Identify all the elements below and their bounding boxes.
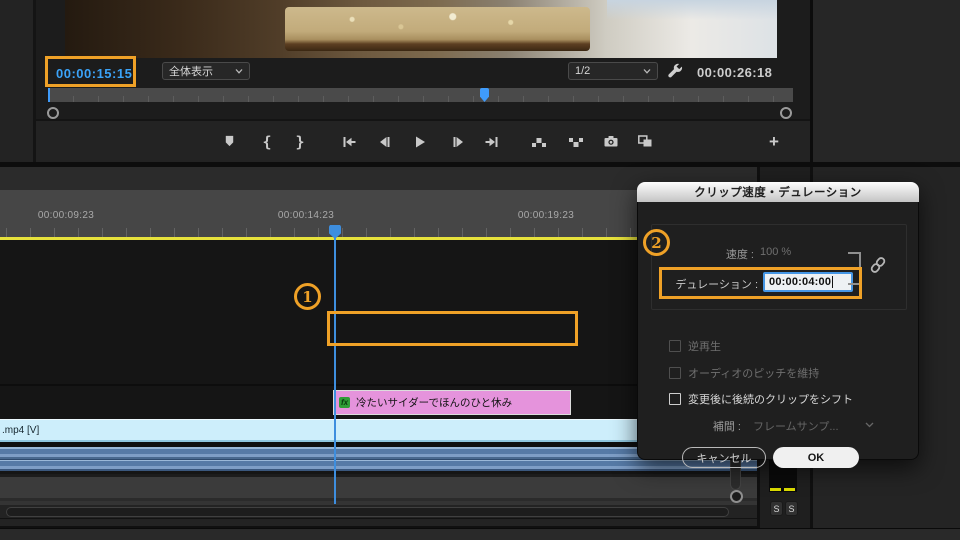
comparison-view-icon (638, 135, 652, 147)
ruler-label: 00:00:14:23 (277, 210, 335, 221)
highlight-box-duration (659, 267, 862, 299)
link-toggle[interactable] (869, 256, 887, 279)
checkbox-label: オーディオのピッチを維持 (688, 368, 820, 380)
video-background-highlight (607, 0, 777, 20)
scrubber-start-tick (48, 88, 50, 102)
plus-icon: + (769, 131, 779, 151)
add-marker-button[interactable] (216, 121, 242, 162)
monitor-scrubber-bar[interactable] (48, 88, 793, 102)
mark-in-icon: { (262, 132, 272, 151)
annotation-step-2: 2 (643, 229, 670, 256)
lift-icon (532, 137, 546, 147)
speed-value: 100 % (760, 246, 792, 258)
interpolation-dropdown[interactable]: フレームサンプ... (753, 418, 839, 434)
checkbox-maintain-audio-pitch[interactable]: オーディオのピッチを維持 (669, 365, 819, 381)
solo-button-left[interactable]: S (770, 501, 783, 516)
step-forward-icon (453, 136, 463, 147)
transport-controls: { } + (36, 121, 810, 162)
solo-button-right[interactable]: S (785, 501, 798, 516)
go-to-in-icon (343, 136, 356, 147)
clip-speed-duration-dialog: クリップ速度・デュレーション 速度 : 100 % デュレーション : 00:0… (637, 182, 919, 468)
lift-button[interactable] (526, 121, 552, 162)
title-clip-label: 冷たいサイダーでほんのひと休み (356, 397, 513, 409)
play-button[interactable] (407, 121, 433, 162)
checkbox-icon (669, 393, 681, 405)
chevron-down-icon (865, 422, 874, 428)
marker-icon (225, 135, 233, 147)
checkbox-icon (669, 367, 681, 379)
ok-button[interactable]: OK (773, 447, 859, 468)
scrubber-ticks (48, 96, 793, 102)
mark-out-button[interactable]: } (287, 121, 313, 162)
premiere-pro-window: 00:00:15:15 全体表示 1/2 00:00:26:18 { } + 0… (0, 0, 960, 540)
checkbox-label: 逆再生 (688, 341, 721, 353)
export-frame-button[interactable] (598, 121, 624, 162)
dialog-title-bar[interactable]: クリップ速度・デュレーション (637, 182, 919, 202)
camera-icon (604, 136, 618, 147)
program-monitor-video-frame (65, 0, 777, 58)
extract-icon (569, 137, 583, 147)
checkbox-label: 変更後に後続のクリップをシフト (688, 394, 853, 406)
step-back-icon (380, 136, 390, 147)
chevron-down-icon (235, 68, 243, 74)
sequence-duration-display: 00:00:26:18 (697, 65, 773, 80)
go-to-out-icon (485, 136, 498, 147)
step-back-button[interactable] (372, 121, 398, 162)
audio-track-background (0, 474, 757, 498)
highlight-box-timecode (45, 56, 136, 87)
video-cork-board (285, 7, 590, 51)
ruler-label: 00:00:19:23 (517, 210, 575, 221)
vertical-scroll-zoom-handle[interactable] (730, 490, 743, 503)
timeline-playhead-line (334, 238, 336, 504)
go-to-out-button[interactable] (479, 121, 505, 162)
chain-link-icon (870, 257, 886, 273)
checkbox-reverse-speed[interactable]: 逆再生 (669, 338, 721, 354)
zoom-level-value: 全体表示 (169, 66, 213, 78)
window-bottom-strip (0, 528, 960, 540)
zoom-level-dropdown[interactable]: 全体表示 (162, 62, 250, 80)
scrubber-zoom-handle-right[interactable] (780, 107, 792, 119)
fx-badge-icon: fx (339, 397, 350, 408)
play-icon (416, 136, 425, 147)
scrubber-zoom-handle-left[interactable] (47, 107, 59, 119)
dialog-body: 速度 : 100 % デュレーション : 00:00:04:00 逆再生 オーデ… (637, 202, 919, 468)
dialog-title: クリップ速度・デュレーション (694, 187, 862, 199)
button-editor-button[interactable]: + (761, 121, 787, 162)
step-forward-button[interactable] (445, 121, 471, 162)
program-monitor-panel: 00:00:15:15 全体表示 1/2 00:00:26:18 { } + (36, 0, 810, 162)
checkbox-ripple-edit-shift[interactable]: 変更後に後続のクリップをシフト (669, 391, 853, 407)
mark-in-button[interactable]: { (254, 121, 280, 162)
video-clip-label: .mp4 [V] (2, 424, 40, 436)
horizontal-scrollbar-thumb[interactable] (6, 507, 729, 517)
audio-meter-level-right (784, 488, 795, 491)
interpolation-label: 補間 : (712, 421, 741, 433)
mark-out-icon: } (295, 132, 305, 151)
link-bracket (848, 252, 859, 254)
extract-button[interactable] (563, 121, 589, 162)
chevron-down-icon (643, 68, 651, 74)
cancel-button[interactable]: キャンセル (682, 447, 766, 468)
right-panel-top (813, 0, 960, 162)
left-panel-edge (0, 0, 33, 162)
ruler-label: 00:00:09:23 (37, 210, 95, 221)
go-to-in-button[interactable] (336, 121, 362, 162)
settings-wrench-icon[interactable] (667, 63, 684, 85)
highlight-box-title-clip (327, 311, 578, 346)
timeline-bottom-row (0, 518, 757, 526)
comparison-view-button[interactable] (632, 121, 658, 162)
playback-resolution-dropdown[interactable]: 1/2 (568, 62, 658, 80)
audio-meter-level-left (770, 488, 781, 491)
checkbox-icon (669, 340, 681, 352)
annotation-step-1: 1 (294, 283, 321, 310)
playback-resolution-value: 1/2 (575, 65, 591, 77)
title-clip[interactable]: fx 冷たいサイダーでほんのひと休み (333, 390, 571, 415)
